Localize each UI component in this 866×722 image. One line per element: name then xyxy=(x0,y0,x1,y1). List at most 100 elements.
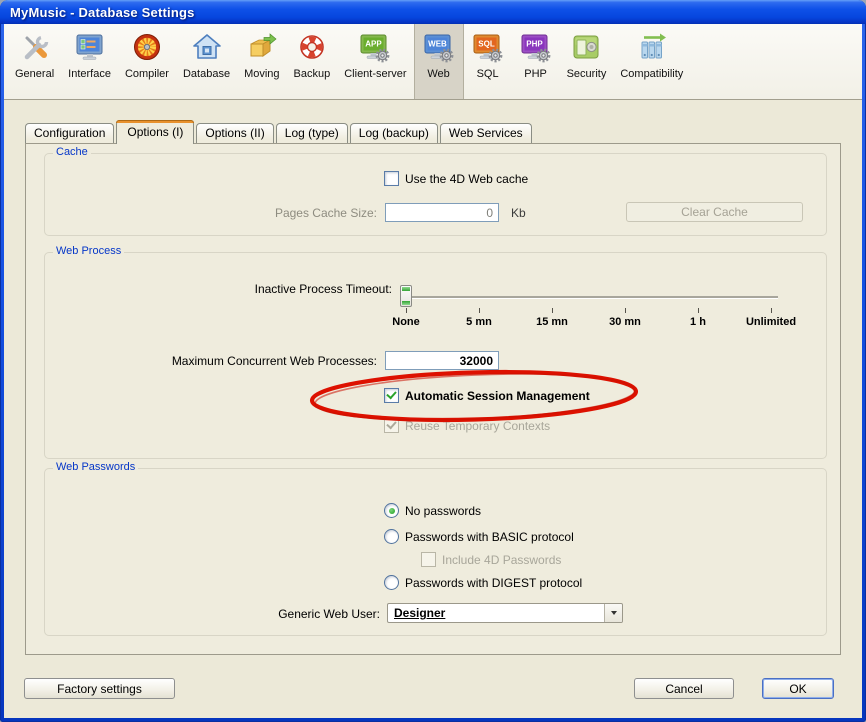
toolbar-item-database[interactable]: Database xyxy=(176,24,237,99)
automatic-session-management-checkbox[interactable]: Automatic Session Management xyxy=(384,388,590,403)
generic-web-user-value: Designer xyxy=(388,606,604,620)
window-title: MyMusic - Database Settings xyxy=(10,5,195,20)
tab-web-services[interactable]: Web Services xyxy=(440,123,532,143)
tab-options-2[interactable]: Options (II) xyxy=(196,123,273,143)
toolbar-label-php: PHP xyxy=(524,68,547,80)
web-passwords-group-label: Web Passwords xyxy=(53,461,138,473)
tab-configuration[interactable]: Configuration xyxy=(25,123,114,143)
toolbar-label-database: Database xyxy=(183,68,230,80)
toolbar-label-backup: Backup xyxy=(294,68,331,80)
toolbar-label-interface: Interface xyxy=(68,68,111,80)
automatic-session-management-label: Automatic Session Management xyxy=(405,389,590,403)
toolbar-item-security[interactable]: Security xyxy=(560,24,614,99)
chevron-down-icon[interactable] xyxy=(604,604,622,622)
toolbar-item-compatibility[interactable]: Compatibility xyxy=(613,24,690,99)
slider-label-5mn: 5 mn xyxy=(444,316,514,328)
checkbox-box xyxy=(384,418,399,433)
timeout-slider-thumb[interactable] xyxy=(400,285,412,307)
slider-tick xyxy=(406,308,407,313)
no-passwords-radio[interactable]: No passwords xyxy=(384,503,481,518)
use-4d-web-cache-label: Use the 4D Web cache xyxy=(405,172,528,186)
interface-monitor-icon xyxy=(73,31,107,65)
checkbox-box xyxy=(421,552,436,567)
include-4d-passwords-checkbox: Include 4D Passwords xyxy=(421,552,561,567)
slider-label-unlimited: Unlimited xyxy=(736,316,806,328)
toolbar-item-php[interactable]: PHP Security PHP xyxy=(512,24,560,99)
house-icon xyxy=(190,31,224,65)
basic-protocol-radio[interactable]: Passwords with BASIC protocol xyxy=(384,529,574,544)
tools-icon xyxy=(18,31,52,65)
generic-web-user-label: Generic Web User: xyxy=(205,607,380,621)
php-monitor-icon: PHP xyxy=(519,31,553,65)
checkbox-box xyxy=(384,171,399,186)
web-process-group-label: Web Process xyxy=(53,245,124,257)
tab-log-type[interactable]: Log (type) xyxy=(276,123,348,143)
toolbar-item-web-selected[interactable]: WEB Web xyxy=(414,24,464,99)
kb-unit-label: Kb xyxy=(511,206,526,220)
compiler-turbine-icon xyxy=(130,31,164,65)
binders-arrow-icon xyxy=(635,31,669,65)
generic-web-user-dropdown[interactable]: Designer xyxy=(387,603,623,623)
toolbar-label-moving: Moving xyxy=(244,68,279,80)
checkbox-box xyxy=(384,388,399,403)
digest-protocol-label: Passwords with DIGEST protocol xyxy=(405,576,582,590)
options-1-panel: Cache Use the 4D Web cache Pages Cache S… xyxy=(25,143,841,655)
tab-log-backup[interactable]: Log (backup) xyxy=(350,123,438,143)
toolbar-label-general: General xyxy=(15,68,54,80)
settings-toolbar: General Interface xyxy=(4,24,862,100)
no-passwords-label: No passwords xyxy=(405,504,481,518)
use-4d-web-cache-checkbox[interactable]: Use the 4D Web cache xyxy=(384,171,528,186)
inactive-process-timeout-label: Inactive Process Timeout: xyxy=(185,282,392,296)
titlebar[interactable]: MyMusic - Database Settings xyxy=(0,0,866,24)
slider-tick xyxy=(552,308,553,313)
lifebuoy-icon xyxy=(295,31,329,65)
slider-label-1h: 1 h xyxy=(663,316,733,328)
slider-label-30mn: 30 mn xyxy=(590,316,660,328)
slider-tick xyxy=(625,308,626,313)
cache-group: Cache Use the 4D Web cache Pages Cache S… xyxy=(44,153,827,236)
reuse-temporary-contexts-checkbox: Reuse Temporary Contexts xyxy=(384,418,550,433)
toolbar-item-general[interactable]: General xyxy=(8,24,61,99)
max-concurrent-web-processes-label: Maximum Concurrent Web Processes: xyxy=(165,354,377,368)
ok-button[interactable]: OK xyxy=(762,678,834,699)
slider-label-none: None xyxy=(371,316,441,328)
svg-text:SQL: SQL xyxy=(478,40,495,49)
clear-cache-button: Clear Cache xyxy=(626,202,803,222)
toolbar-item-compiler[interactable]: Compiler xyxy=(118,24,176,99)
toolbar-item-backup[interactable]: Backup xyxy=(287,24,338,99)
safe-icon xyxy=(569,31,603,65)
toolbar-item-moving[interactable]: Moving xyxy=(237,24,286,99)
toolbar-item-sql[interactable]: SQL SQL xyxy=(464,24,512,99)
cancel-button[interactable]: Cancel xyxy=(634,678,734,699)
svg-text:APP: APP xyxy=(366,40,383,49)
moving-box-icon xyxy=(245,31,279,65)
radio-circle xyxy=(384,503,399,518)
toolbar-label-sql: SQL xyxy=(477,68,499,80)
timeout-slider-track[interactable] xyxy=(400,296,778,298)
tab-options-1[interactable]: Options (I) xyxy=(116,120,194,144)
toolbar-label-compatibility: Compatibility xyxy=(620,68,683,80)
include-4d-passwords-label: Include 4D Passwords xyxy=(442,553,561,567)
slider-tick xyxy=(771,308,772,313)
slider-tick xyxy=(479,308,480,313)
web-monitor-icon: WEB xyxy=(422,31,456,65)
factory-settings-button[interactable]: Factory settings xyxy=(24,678,175,699)
web-passwords-group: Web Passwords No passwords Passwords wit… xyxy=(44,468,827,636)
svg-text:WEB: WEB xyxy=(428,40,447,49)
svg-text:PHP: PHP xyxy=(526,40,543,49)
dialog-client-area: General Interface xyxy=(4,24,862,718)
pages-cache-size-input xyxy=(385,203,499,222)
max-concurrent-web-processes-input[interactable] xyxy=(385,351,499,370)
radio-circle xyxy=(384,529,399,544)
toolbar-item-client-server[interactable]: APP Client-server xyxy=(337,24,413,99)
radio-circle xyxy=(384,575,399,590)
toolbar-item-interface[interactable]: Interface xyxy=(61,24,118,99)
toolbar-label-client-server: Client-server xyxy=(344,68,406,80)
toolbar-label-web: Web xyxy=(427,68,449,80)
web-process-group: Web Process Inactive Process Timeout: No… xyxy=(44,252,827,459)
digest-protocol-radio[interactable]: Passwords with DIGEST protocol xyxy=(384,575,582,590)
pages-cache-size-label: Pages Cache Size: xyxy=(215,206,377,220)
app-server-monitor-icon: APP xyxy=(358,31,392,65)
basic-protocol-label: Passwords with BASIC protocol xyxy=(405,530,574,544)
cache-group-label: Cache xyxy=(53,146,91,158)
